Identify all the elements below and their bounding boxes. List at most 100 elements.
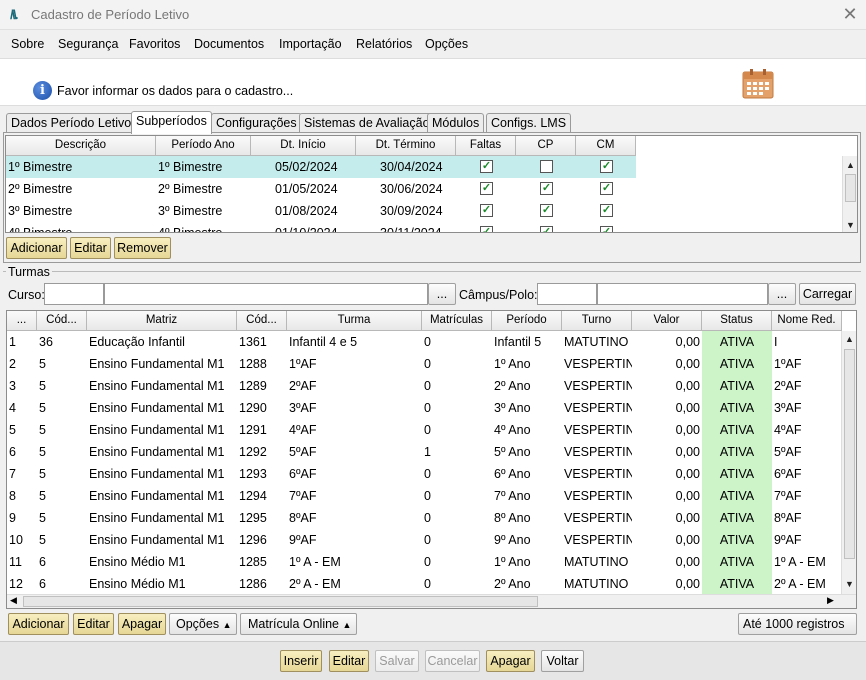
turma-cell[interactable]: 2º Ano: [492, 573, 562, 595]
carregar-button[interactable]: Carregar: [799, 283, 856, 305]
turma-cell[interactable]: 10: [7, 529, 37, 551]
col-header[interactable]: Matriz: [87, 311, 237, 331]
menu-seguranca[interactable]: Segurança: [58, 37, 118, 51]
checkbox-cm[interactable]: ✓: [600, 204, 613, 217]
turma-cell[interactable]: 0,00: [632, 529, 702, 551]
status-badge[interactable]: ATIVA: [702, 573, 772, 595]
turma-cell[interactable]: 9ºAF: [287, 529, 422, 551]
status-badge[interactable]: ATIVA: [702, 419, 772, 441]
scroll-down-arrow[interactable]: ▼: [842, 577, 856, 592]
turma-cell[interactable]: 0: [422, 353, 492, 375]
scroll-thumb[interactable]: [23, 596, 538, 607]
turma-cell[interactable]: 0,00: [632, 551, 702, 573]
turma-cell[interactable]: Ensino Fundamental M1: [87, 375, 237, 397]
curso-code-input[interactable]: [44, 283, 104, 305]
turma-cell[interactable]: 0,00: [632, 441, 702, 463]
turma-cell[interactable]: Infantil 4 e 5: [287, 331, 422, 353]
turma-cell[interactable]: 6: [37, 573, 87, 595]
subperiodo-edit-button[interactable]: Editar: [70, 237, 111, 259]
turma-cell[interactable]: 3ºAF: [772, 397, 842, 419]
col-header[interactable]: Status: [702, 311, 772, 331]
close-button[interactable]: ✕: [838, 2, 862, 26]
subperiodo-cell[interactable]: 2º Bimestre: [6, 178, 156, 200]
status-badge[interactable]: ATIVA: [702, 529, 772, 551]
turma-cell[interactable]: 8º Ano: [492, 507, 562, 529]
turma-cell[interactable]: 5: [37, 441, 87, 463]
turma-cell[interactable]: 0,00: [632, 331, 702, 353]
turma-cell[interactable]: 3ºAF: [287, 397, 422, 419]
turma-cell[interactable]: Ensino Fundamental M1: [87, 529, 237, 551]
turma-cell[interactable]: 2º A - EM: [287, 573, 422, 595]
col-header[interactable]: ...: [7, 311, 37, 331]
turma-cell[interactable]: 11: [7, 551, 37, 573]
turma-cell[interactable]: Ensino Fundamental M1: [87, 419, 237, 441]
turma-cell[interactable]: 0: [422, 419, 492, 441]
turma-cell[interactable]: VESPERTINO: [562, 397, 632, 419]
subperiodo-cell[interactable]: 05/02/2024: [273, 156, 378, 178]
turma-cell[interactable]: MATUTINO: [562, 573, 632, 595]
col-header[interactable]: CM: [576, 136, 636, 156]
registros-select[interactable]: Até 1000 registros ▼: [738, 613, 857, 650]
menu-documentos[interactable]: Documentos: [194, 37, 264, 51]
voltar-button[interactable]: Voltar: [541, 650, 584, 672]
menu-relatorios[interactable]: Relatórios: [356, 37, 412, 51]
turma-cell[interactable]: 3: [7, 375, 37, 397]
turma-cell[interactable]: 8ºAF: [287, 507, 422, 529]
turma-cell[interactable]: 5º Ano: [492, 441, 562, 463]
turma-cell[interactable]: 1: [422, 441, 492, 463]
salvar-button[interactable]: Salvar: [375, 650, 419, 672]
turma-cell[interactable]: 1285: [237, 551, 287, 573]
campus-code-input[interactable]: [537, 283, 597, 305]
col-header[interactable]: Dt. Início: [251, 136, 356, 156]
turma-cell[interactable]: 4: [7, 397, 37, 419]
turma-cell[interactable]: 8ºAF: [772, 507, 842, 529]
status-badge[interactable]: ATIVA: [702, 551, 772, 573]
turma-cell[interactable]: Ensino Fundamental M1: [87, 463, 237, 485]
checkbox-cp[interactable]: ✓: [540, 182, 553, 195]
turma-cell[interactable]: I: [772, 331, 842, 353]
subperiodo-cell[interactable]: 1º Bimestre: [156, 156, 251, 178]
menu-sobre[interactable]: Sobre: [11, 37, 44, 51]
calendar-icon[interactable]: [742, 68, 774, 99]
col-header[interactable]: Período: [492, 311, 562, 331]
turmas-vscrollbar[interactable]: ▲ ▼: [841, 331, 856, 594]
scroll-left-arrow[interactable]: ◀: [10, 595, 17, 606]
turma-cell[interactable]: 1: [7, 331, 37, 353]
menu-favoritos[interactable]: Favoritos: [129, 37, 180, 51]
turma-cell[interactable]: 0,00: [632, 375, 702, 397]
turma-cell[interactable]: 5: [37, 375, 87, 397]
scroll-thumb[interactable]: [845, 174, 856, 202]
turma-cell[interactable]: 5: [37, 463, 87, 485]
subperiodo-cell[interactable]: 4º Bimestre: [6, 222, 156, 232]
turma-cell[interactable]: 5ºAF: [772, 441, 842, 463]
checkbox-cp[interactable]: ✓: [540, 226, 553, 232]
turma-cell[interactable]: 2ºAF: [772, 375, 842, 397]
status-badge[interactable]: ATIVA: [702, 507, 772, 529]
menu-importacao[interactable]: Importação: [279, 37, 342, 51]
subperiodo-cell[interactable]: 4º Bimestre: [156, 222, 251, 232]
apagar-button[interactable]: Apagar: [486, 650, 535, 672]
tab-dados-periodo-letivo[interactable]: Dados Período Letivo: [6, 113, 137, 133]
tab-modulos[interactable]: Módulos: [427, 113, 485, 133]
turma-cell[interactable]: 1293: [237, 463, 287, 485]
turma-cell[interactable]: 3º Ano: [492, 397, 562, 419]
turma-cell[interactable]: 2ºAF: [287, 375, 422, 397]
checkbox-cm[interactable]: ✓: [600, 160, 613, 173]
scroll-right-arrow[interactable]: ▶: [827, 595, 834, 606]
col-header[interactable]: Matrículas: [422, 311, 492, 331]
curso-lookup-button[interactable]: ...: [428, 283, 456, 305]
turma-cell[interactable]: VESPERTINO: [562, 463, 632, 485]
campus-name-input[interactable]: [597, 283, 768, 305]
col-header[interactable]: Turma: [287, 311, 422, 331]
turma-cell[interactable]: 2: [7, 353, 37, 375]
turma-cell[interactable]: 7ºAF: [287, 485, 422, 507]
turma-cell[interactable]: 1291: [237, 419, 287, 441]
col-header[interactable]: Cód...: [237, 311, 287, 331]
turma-cell[interactable]: 2º A - EM: [772, 573, 842, 595]
scroll-up-arrow[interactable]: ▲: [842, 332, 856, 347]
turma-cell[interactable]: VESPERTINO: [562, 375, 632, 397]
turma-cell[interactable]: 5: [37, 419, 87, 441]
turma-cell[interactable]: 1ºAF: [287, 353, 422, 375]
turma-cell[interactable]: 7ºAF: [772, 485, 842, 507]
turma-cell[interactable]: 0,00: [632, 397, 702, 419]
